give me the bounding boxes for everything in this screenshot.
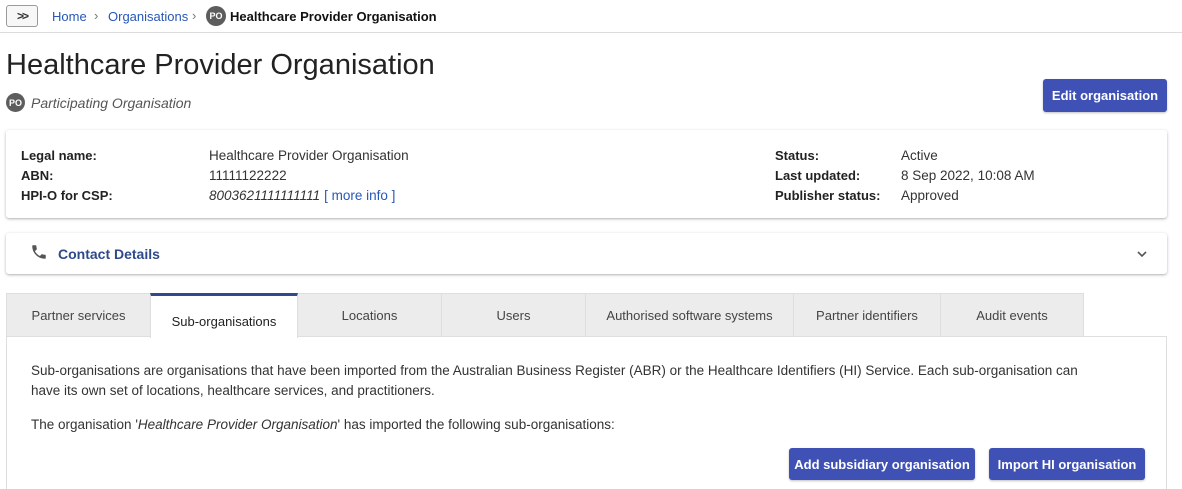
status-label: Status: <box>775 148 820 163</box>
abn-label: ABN: <box>21 168 54 183</box>
abn-value: 11111122222 <box>209 168 287 183</box>
intro-text-line-2: have its own set of locations, healthcar… <box>31 383 435 398</box>
expand-sidebar-button[interactable]: >> <box>6 5 38 27</box>
org-type-subtitle: Participating Organisation <box>31 95 192 111</box>
imported-text-suffix: ' has imported the following sub-organis… <box>337 417 615 432</box>
edit-organisation-button[interactable]: Edit organisation <box>1043 79 1167 112</box>
legal-name-label: Legal name: <box>21 148 97 163</box>
breadcrumb-separator-icon: › <box>192 8 197 23</box>
breadcrumb-organisations-link[interactable]: Organisations <box>108 9 188 24</box>
imported-text: The organisation 'Healthcare Provider Or… <box>31 415 615 435</box>
tab-audit-events[interactable]: Audit events <box>940 293 1084 337</box>
legal-name-value: Healthcare Provider Organisation <box>209 148 409 163</box>
hpio-label: HPI-O for CSP: <box>21 188 113 203</box>
publisher-status-label: Publisher status: <box>775 188 881 203</box>
org-type-badge-icon: PO <box>6 93 25 112</box>
hpio-value-wrapper: 8003621111111111[ more info ] <box>209 188 395 203</box>
org-badge-icon: PO <box>206 6 226 26</box>
tab-authorised-software-systems[interactable]: Authorised software systems <box>585 293 794 337</box>
contact-details-label[interactable]: Contact Details <box>58 246 160 262</box>
sub-organisations-panel: Sub-organisations are organisations that… <box>6 336 1167 489</box>
breadcrumb-home-link[interactable]: Home <box>52 9 87 24</box>
contact-details-panel[interactable]: Contact Details <box>6 233 1167 274</box>
breadcrumb-current: Healthcare Provider Organisation <box>230 9 437 24</box>
breadcrumb-home[interactable]: Home <box>52 9 87 24</box>
more-info-link[interactable]: [ more info ] <box>324 188 395 203</box>
hpio-value: 8003621111111111 <box>209 188 321 203</box>
tab-locations[interactable]: Locations <box>297 293 442 337</box>
tab-sub-organisations[interactable]: Sub-organisations <box>150 293 298 338</box>
breadcrumb-separator-icon: › <box>94 8 99 23</box>
last-updated-value: 8 Sep 2022, 10:08 AM <box>901 168 1035 183</box>
organisation-summary-card: Legal name: Healthcare Provider Organisa… <box>6 130 1167 218</box>
phone-icon <box>32 245 46 259</box>
breadcrumb-organisations[interactable]: Organisations <box>108 9 188 24</box>
page-title: Healthcare Provider Organisation <box>6 49 435 81</box>
tab-partner-identifiers[interactable]: Partner identifiers <box>793 293 941 337</box>
publisher-status-value: Approved <box>901 188 959 203</box>
imported-org-name: Healthcare Provider Organisation <box>137 417 338 432</box>
tab-partner-services[interactable]: Partner services <box>6 293 151 337</box>
add-subsidiary-organisation-button[interactable]: Add subsidiary organisation <box>789 448 975 480</box>
import-hi-organisation-button[interactable]: Import HI organisation <box>989 448 1145 480</box>
chevron-down-icon[interactable] <box>1135 247 1149 261</box>
last-updated-label: Last updated: <box>775 168 861 183</box>
status-value: Active <box>901 148 938 163</box>
imported-text-prefix: The organisation ' <box>31 417 138 432</box>
tab-users[interactable]: Users <box>441 293 586 337</box>
intro-text-line-1: Sub-organisations are organisations that… <box>31 363 1078 378</box>
breadcrumb-bar: >> Home › Organisations › PO Healthcare … <box>0 0 1182 33</box>
